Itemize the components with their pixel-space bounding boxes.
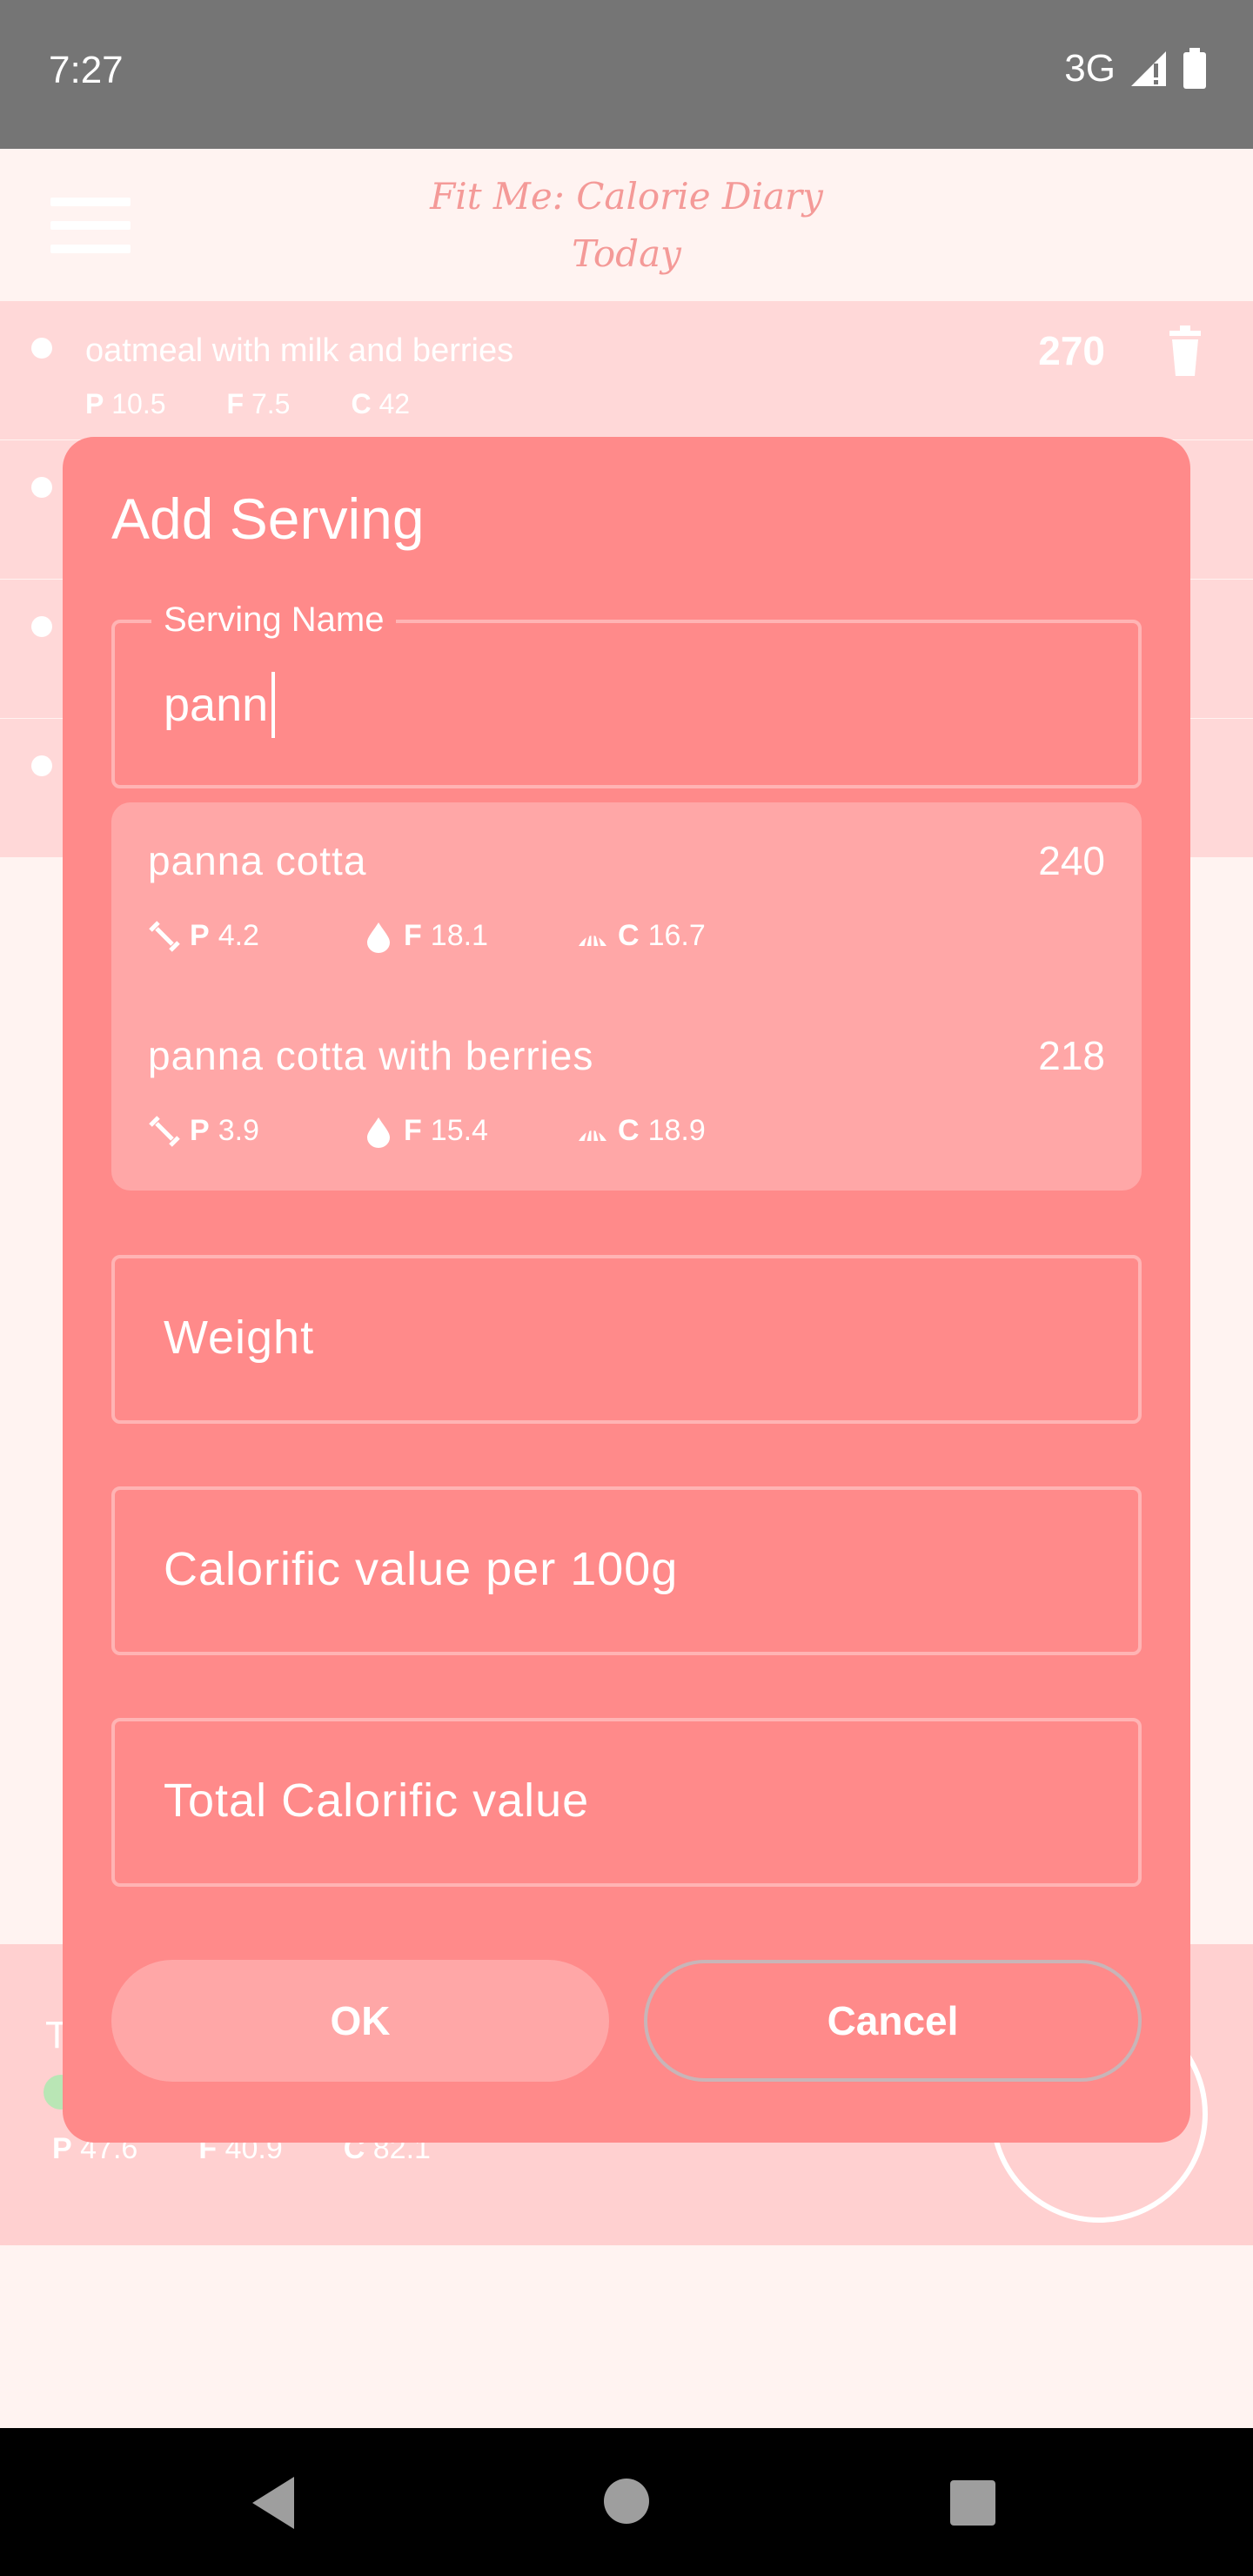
calorific-per-100g-field[interactable]: Calorific value per 100g	[111, 1486, 1142, 1655]
calorific-per-100g-placeholder: Calorific value per 100g	[164, 1543, 679, 1595]
drop-icon	[367, 1117, 390, 1148]
diary-entry[interactable]: oatmeal with milk and berries 270 P 10.5…	[0, 301, 1253, 440]
system-nav-bar	[0, 2428, 1253, 2576]
suggestion-calories: 240	[1038, 838, 1105, 883]
app-bar: Fit Me: Calorie Diary Today	[0, 149, 1253, 301]
grain-icon	[579, 1124, 606, 1141]
suggestion-item[interactable]: panna cotta 240 P 4.2 F 18.1 C 16.7	[148, 802, 1105, 976]
text-cursor	[271, 672, 276, 738]
entry-dot	[31, 616, 52, 637]
battery-icon	[1183, 48, 1206, 89]
trash-icon[interactable]	[1168, 325, 1203, 376]
serving-name-value: pann	[164, 679, 269, 731]
network-type: 3G	[1064, 47, 1116, 90]
add-serving-dialog: Add Serving Serving Name pann panna cott…	[63, 437, 1190, 2143]
carbs-macro: C 16.7	[576, 919, 790, 953]
entry-protein: P 10.5	[85, 388, 166, 419]
suggestion-name: panna cotta with berries	[148, 1033, 594, 1078]
fat-value: 18.1	[430, 919, 488, 952]
entry-name: oatmeal with milk and berries	[85, 332, 514, 369]
entry-macros: P 10.5 F 7.5 C 42	[85, 388, 410, 420]
app-title-block: Fit Me: Calorie Diary Today	[0, 168, 1253, 283]
cancel-button[interactable]: Cancel	[644, 1960, 1142, 2082]
fat-macro: F 15.4	[362, 1114, 576, 1148]
status-time: 7:27	[49, 49, 124, 91]
weight-field[interactable]: Weight	[111, 1255, 1142, 1424]
entry-fat: F 7.5	[226, 388, 291, 419]
carbs-value: 18.9	[647, 1114, 706, 1147]
fat-value: 15.4	[430, 1114, 488, 1147]
recents-icon[interactable]	[950, 2480, 995, 2526]
dialog-title: Add Serving	[111, 486, 425, 551]
suggestion-macros: P 4.2 F 18.1 C 16.7	[148, 919, 790, 953]
total-calorific-placeholder: Total Calorific value	[164, 1774, 590, 1827]
app-title: Fit Me: Calorie Diary	[430, 175, 823, 218]
app-subtitle: Today	[572, 232, 681, 275]
entry-dot	[31, 755, 52, 776]
suggestion-macros: P 3.9 F 15.4 C 18.9	[148, 1114, 790, 1148]
total-calorific-field[interactable]: Total Calorific value	[111, 1718, 1142, 1887]
serving-name-input[interactable]: pann	[164, 672, 276, 738]
status-indicators: 3G	[1064, 47, 1208, 91]
carbs-macro: C 18.9	[576, 1114, 790, 1148]
dumbbell-icon	[149, 1115, 180, 1147]
entry-dot	[31, 477, 52, 498]
bottom-area	[0, 2245, 1253, 2428]
suggestion-calories: 218	[1038, 1033, 1105, 1078]
ok-button[interactable]: OK	[111, 1960, 609, 2082]
protein-value: 3.9	[218, 1114, 259, 1147]
suggestion-name: panna cotta	[148, 838, 367, 883]
drop-icon	[367, 922, 390, 953]
fat-macro: F 18.1	[362, 919, 576, 953]
back-icon[interactable]	[252, 2477, 294, 2529]
serving-name-label: Serving Name	[151, 600, 397, 640]
grain-icon	[579, 929, 606, 946]
entry-calories: 270	[1038, 328, 1105, 373]
entry-carbs: C 42	[351, 388, 411, 419]
suggestions-list: panna cotta 240 P 4.2 F 18.1 C 16.7 panna c…	[111, 802, 1142, 1191]
protein-value: 4.2	[218, 919, 259, 952]
entry-dot	[31, 338, 52, 359]
protein-macro: P 3.9	[148, 1114, 362, 1148]
status-bar: 7:27 3G	[0, 0, 1253, 149]
signal-icon	[1131, 51, 1166, 86]
home-icon[interactable]	[604, 2479, 649, 2524]
weight-placeholder: Weight	[164, 1311, 315, 1364]
carbs-value: 16.7	[647, 919, 706, 952]
protein-macro: P 4.2	[148, 919, 362, 953]
suggestion-item[interactable]: panna cotta with berries 218 P 3.9 F 15.4 …	[148, 997, 1105, 1171]
dumbbell-icon	[149, 920, 180, 952]
serving-name-field[interactable]: Serving Name pann	[111, 600, 1142, 788]
